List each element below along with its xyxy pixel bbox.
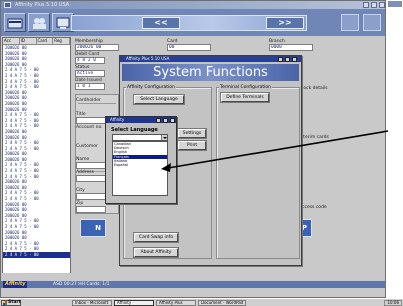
language-combobox[interactable] xyxy=(112,134,168,141)
card-swap-info-button[interactable]: Card Swap info xyxy=(134,233,178,242)
account-label: Account no. xyxy=(76,125,103,130)
window-title: Affinity Plus 5.10 USA xyxy=(15,2,70,8)
title-bar: Affinity Plus 5.10 USA xyxy=(1,1,385,9)
settings-button[interactable]: Settings xyxy=(178,129,206,138)
desktop-edge xyxy=(387,0,403,298)
group-label: Terminal Configuration xyxy=(219,85,272,90)
select-language-button[interactable]: Select Language xyxy=(134,95,184,104)
maximize-button[interactable] xyxy=(163,117,168,123)
list-item[interactable]: 2 4 A 7 5 · 00 xyxy=(3,251,70,258)
toolbar: << >> xyxy=(1,9,385,36)
navigation-bar: << >> xyxy=(71,15,307,31)
card-icon xyxy=(7,18,23,29)
exit-tool-button[interactable] xyxy=(363,14,381,31)
minimize-button[interactable] xyxy=(156,117,161,123)
column-header[interactable]: Card xyxy=(37,38,54,44)
language-options-list: Canadian Deutsch English Français Italiano Es… xyxy=(112,141,168,196)
windows-logo-icon xyxy=(3,301,7,305)
minimize-button[interactable] xyxy=(363,2,369,8)
card-tool-button[interactable] xyxy=(4,13,26,32)
close-button[interactable] xyxy=(170,117,175,123)
maximize-button[interactable] xyxy=(371,2,377,8)
close-button[interactable] xyxy=(379,2,385,8)
dialog-title: Affinity Plus 5.10 USA xyxy=(126,56,170,61)
mini-window[interactable] xyxy=(388,1,402,7)
app-icon xyxy=(4,2,11,8)
dialog-title: Affinity xyxy=(110,117,125,122)
card-field[interactable]: 00 xyxy=(167,44,211,51)
start-label: Start xyxy=(8,300,21,305)
about-affinity-button[interactable]: About Affinity xyxy=(134,248,178,257)
status-field[interactable]: Active xyxy=(75,70,105,77)
taskbar-clock: 10:06 xyxy=(384,300,402,306)
nav-back-button[interactable]: << xyxy=(142,17,180,29)
taskbar: Start Inbox - Microsoft Affinity Affinit… xyxy=(0,298,403,306)
status-text: ASD 00:27 HH Cards: 1/1 xyxy=(53,282,110,287)
interim-cards-label: Interim cards xyxy=(299,135,329,140)
list-header: Acc ID Card Reg xyxy=(3,38,70,45)
select-language-heading: Select Language xyxy=(111,127,158,133)
close-button[interactable] xyxy=(292,56,297,62)
system-functions-banner: System Functions xyxy=(122,64,299,81)
taskbar-item[interactable]: Inbox - Microsoft xyxy=(72,300,112,306)
define-terminals-button[interactable]: Define Terminals xyxy=(221,93,269,102)
taskbar-item[interactable]: Affinity Plus xyxy=(156,300,196,306)
branch-field[interactable]: 0000 xyxy=(269,44,313,51)
access-code-label: Access code xyxy=(299,205,327,210)
preview-tool-button[interactable] xyxy=(341,14,359,31)
people-icon xyxy=(33,18,46,29)
membership-field[interactable]: 200026 00 xyxy=(75,44,119,51)
dialog-title-bar: Affinity Plus 5.10 USA xyxy=(120,56,301,62)
customer-label: Customer xyxy=(76,144,98,149)
zip-field[interactable] xyxy=(76,206,106,213)
dialog-title-bar: Affinity xyxy=(106,117,176,123)
status-bar: Affinity ASD 00:27 HH Cards: 1/1 xyxy=(1,273,385,288)
print-button[interactable]: Print xyxy=(178,141,206,150)
column-header[interactable]: ID xyxy=(20,38,37,44)
terminal-icon xyxy=(56,17,70,29)
nav-forward-button[interactable]: >> xyxy=(266,17,304,29)
tile-letter: N xyxy=(95,224,101,232)
name-field[interactable] xyxy=(76,162,106,169)
language-option[interactable]: Español xyxy=(113,163,167,167)
card-list-panel: Acc ID Card Reg 200026 00 200026 00 200026… xyxy=(2,37,71,288)
column-header[interactable]: Acc xyxy=(3,38,20,44)
tile-letter: P xyxy=(301,224,307,232)
terminal-configuration-group: Terminal Configuration xyxy=(216,85,300,259)
column-header[interactable]: Reg xyxy=(53,38,70,44)
block-details-label: Block details xyxy=(299,86,328,91)
start-button[interactable]: Start xyxy=(1,300,21,306)
people-tool-button[interactable] xyxy=(28,13,50,32)
status-logo: Affinity xyxy=(3,281,28,288)
select-language-dialog: Affinity Select Language Canadian Deutsch… xyxy=(105,116,177,204)
minimize-button[interactable] xyxy=(278,56,283,62)
date-issued-field[interactable]: 1 0 1 xyxy=(75,83,105,90)
city-field[interactable] xyxy=(76,193,106,200)
taskbar-item[interactable]: Document - WordPad xyxy=(198,300,246,306)
title-field[interactable] xyxy=(76,117,106,124)
cardholder-label: Cardholder xyxy=(76,98,101,103)
maximize-button[interactable] xyxy=(285,56,290,62)
card-list: 200026 00 200026 00 200026 00 200026 00 2 4 … xyxy=(3,45,70,258)
card-tile-button[interactable]: N xyxy=(80,219,106,237)
taskbar-item[interactable]: Affinity xyxy=(114,300,154,306)
group-label: Affinity Configuration xyxy=(126,85,176,90)
debit-card-field[interactable]: 4 8 2 0 xyxy=(75,57,105,64)
chevron-down-icon[interactable] xyxy=(161,135,167,140)
address-field[interactable] xyxy=(76,175,106,182)
